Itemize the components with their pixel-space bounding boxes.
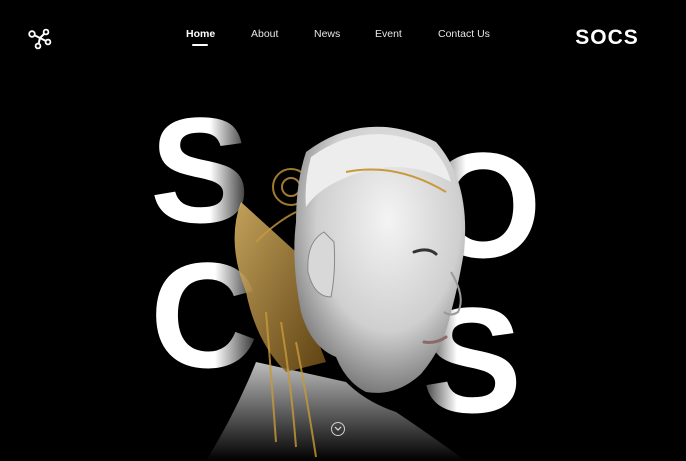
hero-section: S O C S xyxy=(0,72,686,461)
scroll-down-button[interactable] xyxy=(331,422,345,436)
brand-wordmark[interactable]: SOCS xyxy=(565,27,649,47)
top-navigation: Home About News Event Contact Us SOCS xyxy=(0,0,686,72)
nav-item-label: Contact Us xyxy=(438,28,490,40)
nav-item-news[interactable]: News xyxy=(314,28,340,40)
nav-item-label: Event xyxy=(375,28,402,40)
active-indicator xyxy=(192,44,208,46)
nav-item-label: About xyxy=(251,28,279,40)
nav-item-label: Home xyxy=(186,28,216,40)
nav-item-label: News xyxy=(314,28,341,40)
brand-text: SOCS xyxy=(575,27,639,47)
nav-item-contact-us[interactable]: Contact Us xyxy=(438,28,490,40)
nav-item-event[interactable]: Event xyxy=(375,28,402,40)
logo-icon[interactable] xyxy=(26,24,54,52)
nav-item-home[interactable]: Home xyxy=(186,28,216,46)
chevron-down-icon xyxy=(334,426,342,431)
nav-item-about[interactable]: About xyxy=(251,28,278,40)
robot-portrait-image xyxy=(206,126,466,461)
